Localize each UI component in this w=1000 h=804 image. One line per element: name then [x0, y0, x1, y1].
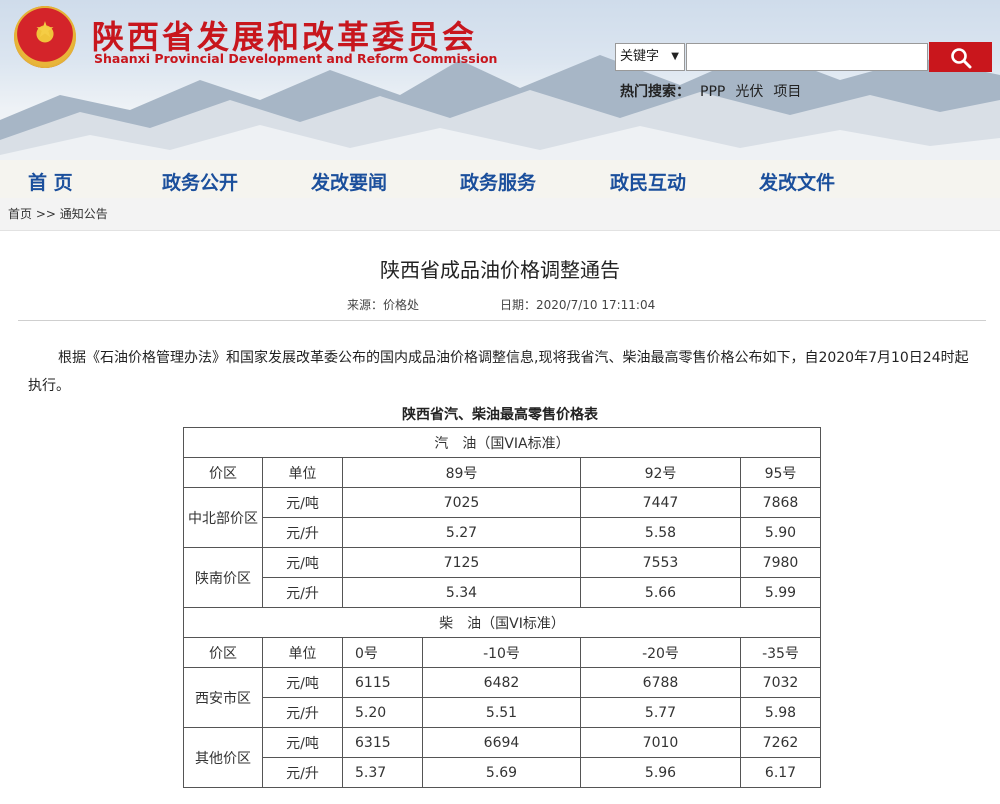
table-header-cell: 89号 — [342, 457, 581, 488]
table-row: 西安市区 元/吨 6115 6482 6788 7032 — [183, 667, 821, 728]
table-header-cell: 单位 — [262, 637, 343, 668]
price-cell: 7447 — [580, 487, 741, 518]
search-button[interactable] — [929, 42, 992, 72]
price-cell: 7010 — [580, 727, 741, 758]
site-title-en: Shaanxi Provincial Development and Refor… — [94, 51, 498, 66]
diesel-section-title: 柴 油（国VI标准） — [183, 607, 821, 638]
search-input[interactable] — [686, 43, 928, 71]
price-cell: 5.66 — [580, 577, 741, 608]
price-cell: 7025 — [342, 487, 581, 518]
price-cell: 6.17 — [740, 757, 821, 788]
unit-cell: 元/吨 — [262, 547, 343, 578]
price-cell: 6788 — [580, 667, 741, 698]
nav-item-home[interactable]: 首 页 — [28, 168, 73, 195]
table-row: 中北部价区 元/吨 7025 7447 7868 — [183, 487, 821, 548]
table-header-cell: 价区 — [183, 637, 263, 668]
article-date: 日期：2020/7/10 17:11:04 — [500, 298, 656, 312]
hot-search-link-solar[interactable]: 光伏 — [735, 84, 763, 100]
price-cell: 5.77 — [580, 697, 741, 728]
price-table-title: 陕西省汽、柴油最高零售价格表 — [402, 407, 598, 423]
unit-cell: 元/吨 — [262, 487, 343, 518]
nav-item-news[interactable]: 发改要闻 — [311, 168, 387, 195]
breadcrumb[interactable]: 首页 >> 通知公告 — [0, 198, 1000, 231]
price-cell: 7980 — [740, 547, 821, 578]
hot-search-link-ppp[interactable]: PPP — [700, 84, 725, 100]
table-row: 价区 单位 0号 -10号 -20号 -35号 — [183, 637, 821, 668]
gasoline-section-title: 汽 油（国VIA标准） — [183, 427, 821, 458]
unit-cell: 元/吨 — [262, 667, 343, 698]
national-emblem-logo: ★ — [14, 6, 76, 68]
nav-item-gov-services[interactable]: 政务服务 — [460, 168, 536, 195]
nav-item-gov-affairs-open[interactable]: 政务公开 — [162, 168, 238, 195]
hot-search-link-project[interactable]: 项目 — [773, 84, 801, 100]
table-header-cell: -10号 — [422, 637, 581, 668]
hot-search-label: 热门搜索： — [620, 84, 690, 100]
table-header-cell: -20号 — [580, 637, 741, 668]
price-cell: 5.37 — [342, 757, 423, 788]
price-cell: 5.34 — [342, 577, 581, 608]
price-table: 汽 油（国VIA标准） 价区 单位 89号 92号 95号 中北部价区 元/吨 … — [183, 427, 821, 788]
price-cell: 6694 — [422, 727, 581, 758]
price-cell: 7262 — [740, 727, 821, 758]
article-title: 陕西省成品油价格调整通告 — [380, 258, 620, 282]
table-header-cell: -35号 — [740, 637, 821, 668]
price-cell: 5.51 — [422, 697, 581, 728]
price-cell: 5.58 — [580, 517, 741, 548]
table-header-cell: 单位 — [262, 457, 343, 488]
price-cell: 5.90 — [740, 517, 821, 548]
search-icon — [951, 48, 972, 69]
price-cell: 6115 — [342, 667, 423, 698]
price-cell: 6482 — [422, 667, 581, 698]
search-scope-value: 关键字 — [620, 49, 660, 64]
divider — [18, 320, 986, 321]
main-nav: 首 页 政务公开 发改要闻 政务服务 政民互动 发改文件 — [0, 160, 1000, 198]
region-cell: 西安市区 — [183, 667, 263, 728]
region-cell: 其他价区 — [183, 727, 263, 788]
price-cell: 5.99 — [740, 577, 821, 608]
table-row: 价区 单位 89号 92号 95号 — [183, 457, 821, 488]
unit-cell: 元/升 — [262, 577, 343, 608]
table-row: 其他价区 元/吨 6315 6694 7010 7262 — [183, 727, 821, 788]
unit-cell: 元/升 — [262, 517, 343, 548]
price-cell: 5.20 — [342, 697, 423, 728]
price-cell: 5.27 — [342, 517, 581, 548]
nav-item-interaction[interactable]: 政民互动 — [610, 168, 686, 195]
site-header: ★ 陕西省发展和改革委员会 Shaanxi Provincial Develop… — [0, 0, 1000, 198]
table-row: 元/升 5.34 5.66 5.99 — [184, 577, 821, 608]
nav-item-documents[interactable]: 发改文件 — [759, 168, 835, 195]
table-row: 元/升 5.27 5.58 5.90 — [184, 517, 821, 548]
price-cell: 5.69 — [422, 757, 581, 788]
hot-search: 热门搜索： PPP 光伏 项目 — [620, 81, 801, 101]
price-cell: 5.96 — [580, 757, 741, 788]
table-header-cell: 92号 — [580, 457, 741, 488]
region-cell: 陕南价区 — [183, 547, 263, 608]
article-source: 来源：价格处 — [347, 298, 420, 312]
table-row: 元/升 5.20 5.51 5.77 5.98 — [184, 697, 821, 728]
price-cell: 7125 — [342, 547, 581, 578]
table-row: 元/升 5.37 5.69 5.96 6.17 — [184, 757, 821, 788]
table-row: 柴 油（国VI标准） — [183, 607, 821, 638]
table-header-cell: 0号 — [342, 637, 423, 668]
unit-cell: 元/升 — [262, 697, 343, 728]
region-cell: 中北部价区 — [183, 487, 263, 548]
price-cell: 5.98 — [740, 697, 821, 728]
price-cell: 6315 — [342, 727, 423, 758]
chevron-down-icon: ▼ — [671, 51, 679, 62]
table-row: 陕南价区 元/吨 7125 7553 7980 — [183, 547, 821, 608]
price-cell: 7868 — [740, 487, 821, 518]
price-cell: 7032 — [740, 667, 821, 698]
table-row: 汽 油（国VIA标准） — [183, 427, 821, 458]
table-header-cell: 95号 — [740, 457, 821, 488]
unit-cell: 元/吨 — [262, 727, 343, 758]
unit-cell: 元/升 — [262, 757, 343, 788]
article-body: 根据《石油价格管理办法》和国家发展改革委公布的国内成品油价格调整信息,现将我省汽… — [28, 350, 969, 394]
table-header-cell: 价区 — [183, 457, 263, 488]
price-cell: 7553 — [580, 547, 741, 578]
search-scope-select[interactable]: 关键字 ▼ — [615, 43, 685, 71]
